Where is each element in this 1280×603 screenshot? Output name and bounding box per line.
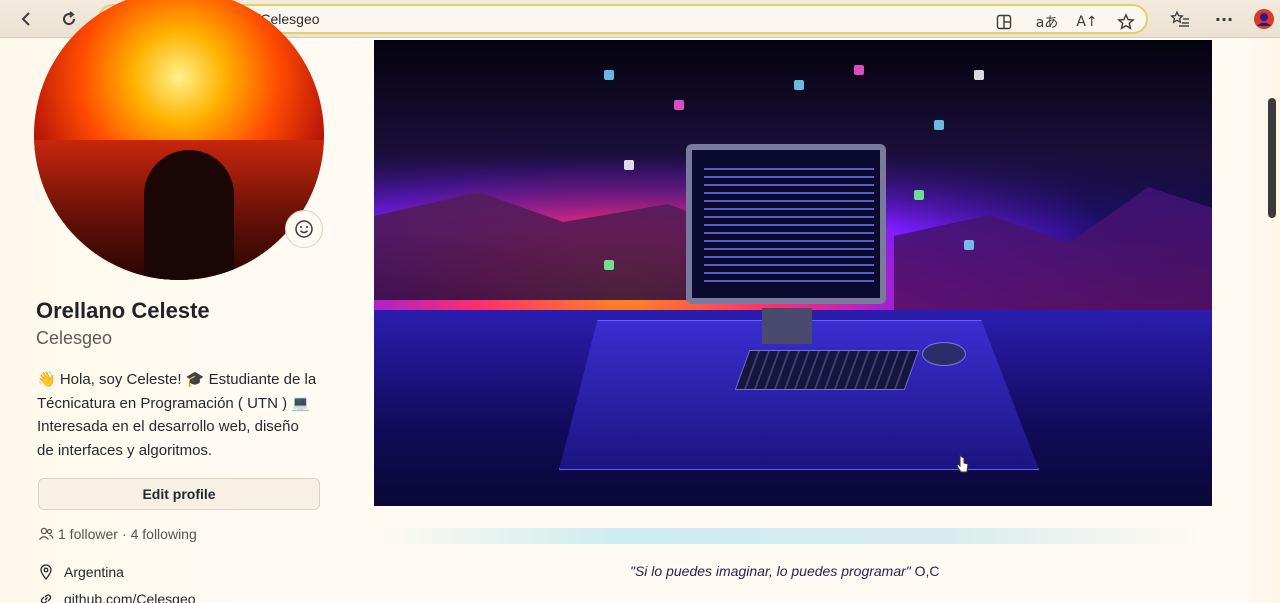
- profile-sidebar: Orellano Celeste Celesgeo 👋 Hola, soy Ce…: [0, 0, 350, 603]
- profile-icon[interactable]: [1252, 8, 1276, 30]
- readme-quote: "Si lo puedes imaginar, lo puedes progra…: [630, 563, 940, 579]
- followers-link[interactable]: 1 follower: [58, 526, 118, 542]
- banner-floating-icon: [604, 260, 614, 270]
- more-glyph: ···: [1214, 9, 1234, 29]
- banner-monitor: [686, 144, 886, 304]
- profile-name: Orellano Celeste: [36, 298, 210, 323]
- set-status-button[interactable]: [285, 210, 323, 248]
- follow-stats: 1 follower · 4 following: [38, 526, 197, 542]
- banner-monitor-stand: [762, 308, 812, 344]
- banner-floating-icon: [674, 100, 684, 110]
- favorites-list-icon[interactable]: [1168, 8, 1192, 30]
- read-aloud-glyph: A↑: [1076, 14, 1098, 30]
- quote-signature: O,C: [914, 563, 940, 579]
- banner-floating-icon: [604, 70, 614, 80]
- banner-keyboard: [734, 350, 920, 390]
- website-link[interactable]: github.com/Celesgeo: [64, 591, 196, 603]
- website-row: github.com/Celesgeo: [38, 591, 196, 603]
- bio-line: Interesada en el desarrollo web, diseño: [37, 418, 299, 435]
- avatar-silhouette: [144, 150, 234, 280]
- refresh-icon[interactable]: [56, 6, 82, 32]
- translate-icon[interactable]: aあ: [1034, 13, 1060, 31]
- banner-code-lines: [704, 162, 874, 282]
- read-aloud-icon[interactable]: A↑: [1074, 13, 1100, 31]
- split-screen-icon[interactable]: [994, 13, 1014, 31]
- following-link[interactable]: 4 following: [131, 526, 197, 542]
- banner-floating-icon: [974, 70, 984, 80]
- bio-line: Técnicatura en Programación ( UTN ) 💻: [37, 394, 310, 412]
- location-row: Argentina: [38, 564, 124, 580]
- more-icon[interactable]: ···: [1212, 8, 1236, 30]
- banner-floating-icon: [914, 190, 924, 200]
- location-text: Argentina: [64, 564, 124, 580]
- edit-profile-button[interactable]: Edit profile: [38, 478, 320, 510]
- banner-floating-icon: [964, 240, 974, 250]
- avatar[interactable]: [34, 0, 324, 280]
- banner-floating-icon: [624, 160, 634, 170]
- quote-text: "Si lo puedes imaginar, lo puedes progra…: [630, 563, 911, 579]
- back-arrow-icon[interactable]: [14, 6, 40, 32]
- readme-divider: [374, 528, 1200, 544]
- translate-glyph: aあ: [1035, 15, 1059, 31]
- follow-separator: ·: [121, 526, 127, 542]
- bio-line: de interfaces y algoritmos.: [37, 441, 213, 459]
- profile-username: Celesgeo: [36, 328, 113, 348]
- location-pin-icon: [38, 564, 54, 580]
- bio-line: 👋 Hola, soy Celeste! 🎓 Estudiante de la: [37, 371, 317, 388]
- readme-banner-image: [374, 40, 1212, 506]
- mouse-cursor-icon: [956, 453, 970, 479]
- link-icon: [38, 591, 54, 603]
- banner-floating-icon: [854, 65, 864, 75]
- banner-mouse: [922, 342, 966, 366]
- banner-floating-icon: [934, 120, 944, 130]
- banner-floating-icon: [794, 80, 804, 90]
- smiley-icon: [295, 220, 313, 238]
- favorite-star-icon[interactable]: [1116, 13, 1136, 31]
- profile-bio: 👋 Hola, soy Celeste! 🎓 Estudiante de la …: [37, 368, 337, 462]
- github-profile-page: Orellano Celeste Celesgeo 👋 Hola, soy Ce…: [0, 0, 1280, 603]
- people-icon: [38, 526, 54, 542]
- scrollbar-thumb[interactable]: [1268, 98, 1276, 218]
